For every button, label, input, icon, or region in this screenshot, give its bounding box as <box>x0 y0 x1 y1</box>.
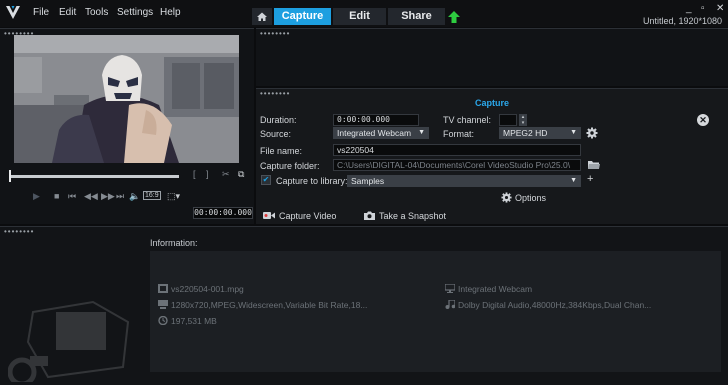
mark-out-icon[interactable]: ] <box>206 169 209 179</box>
take-snapshot-button[interactable]: Take a Snapshot <box>364 211 446 221</box>
close-icon[interactable]: ✕ <box>697 114 709 126</box>
capture-video-button[interactable]: Capture Video <box>263 211 336 221</box>
gear-icon <box>501 192 512 203</box>
video-properties-icon <box>158 300 168 309</box>
info-audio-row: Dolby Digital Audio,48000Hz,384Kbps,Dual… <box>445 300 651 310</box>
format-settings-gear-icon[interactable] <box>586 127 598 139</box>
menu-tools[interactable]: Tools <box>85 7 108 18</box>
capture-to-library-label: Capture to library: <box>276 176 348 186</box>
enlarge-icon[interactable]: ⧉ <box>238 169 244 180</box>
end-icon[interactable]: ⏭ <box>116 191 124 202</box>
capture-illustration-icon <box>8 300 130 382</box>
panel-grip[interactable]: •••••••• <box>260 90 290 98</box>
info-video-row: 1280x720,MPEG,Widescreen,Variable Bit Ra… <box>158 300 367 310</box>
menu-help[interactable]: Help <box>160 7 181 18</box>
mark-in-icon[interactable]: [ <box>193 169 196 179</box>
info-file-name: vs220504-001.mpg <box>171 284 244 294</box>
display-mode-icon[interactable]: ⬚▾ <box>167 191 180 202</box>
webcam-preview <box>14 35 239 163</box>
previous-frame-icon[interactable]: ◀◀ <box>84 191 98 202</box>
library-dropdown[interactable]: Samples ▼ <box>347 175 581 187</box>
source-value: Integrated Webcam <box>337 128 412 138</box>
chevron-down-icon: ▼ <box>570 129 577 136</box>
tv-channel-spinner[interactable]: ▴ ▾ <box>519 114 527 126</box>
aspect-ratio-dropdown[interactable]: 16:9 <box>143 191 161 200</box>
information-box: vs220504-001.mpg 1280x720,MPEG,Widescree… <box>150 251 721 372</box>
menu-file[interactable]: File <box>33 7 49 18</box>
restore-button[interactable]: ▫ <box>701 3 705 14</box>
tv-channel-field[interactable] <box>499 114 517 126</box>
minimize-button[interactable]: _ <box>686 3 692 14</box>
info-device-row: Integrated Webcam <box>445 284 532 294</box>
source-label: Source: <box>260 129 292 139</box>
camera-icon <box>364 211 375 220</box>
film-icon <box>158 284 168 293</box>
add-library-icon[interactable]: + <box>587 173 593 185</box>
timecode-display[interactable]: 00:00:00.000 <box>193 207 253 219</box>
panel-grip[interactable]: •••••••• <box>4 228 34 236</box>
home-start-icon[interactable]: ⏮ <box>68 191 76 202</box>
home-icon <box>257 12 267 21</box>
options-label: Options <box>515 193 547 203</box>
scrubber-track[interactable] <box>9 175 179 178</box>
preview-panel: •••••••• [ ] ✂ ⧉ ▶ ■ ⏮ ◀◀ ▶▶ ⏭ 🔈 16:9 ⬚▾… <box>0 28 254 224</box>
file-name-input[interactable]: vs220504 <box>333 144 581 156</box>
capture-folder-input[interactable]: C:\Users\DIGITAL-04\Documents\Corel Vide… <box>333 159 581 171</box>
home-button[interactable] <box>252 8 272 25</box>
split-clip-icon[interactable]: ✂ <box>222 169 230 180</box>
file-name-label: File name: <box>260 146 303 156</box>
capture-panel-title: Capture <box>474 98 509 108</box>
project-title: Untitled, 1920*1080 <box>642 16 722 26</box>
scrubber-handle[interactable] <box>9 170 11 182</box>
options-button[interactable]: Options <box>501 192 546 203</box>
info-size-row: 197,531 MB <box>158 316 217 326</box>
information-panel: •••••••• Information: vs220504-001.mpg 1… <box>0 226 728 385</box>
capture-to-library-checkbox[interactable]: ✔ <box>261 175 271 185</box>
format-dropdown[interactable]: MPEG2 HD ▼ <box>499 127 581 139</box>
capture-options-panel: •••••••• Capture ✕ Duration: 0:00:00.000… <box>256 88 728 224</box>
close-window-button[interactable]: ✕ <box>716 3 724 14</box>
tab-edit[interactable]: Edit <box>333 8 386 25</box>
take-snapshot-label: Take a Snapshot <box>379 211 447 221</box>
app-logo-icon[interactable] <box>4 3 22 21</box>
next-frame-icon[interactable]: ▶▶ <box>101 191 115 202</box>
tab-capture[interactable]: Capture <box>274 8 331 25</box>
info-file-size: 197,531 MB <box>171 316 217 326</box>
title-bar: File Edit Tools Settings Help Capture Ed… <box>0 0 728 27</box>
stop-icon[interactable]: ■ <box>54 191 59 201</box>
menu-edit[interactable]: Edit <box>59 7 76 18</box>
chevron-down-icon: ▼ <box>570 177 577 184</box>
source-dropdown[interactable]: Integrated Webcam ▼ <box>333 127 429 139</box>
clock-icon <box>158 316 168 325</box>
library-value: Samples <box>351 176 385 186</box>
info-audio-properties: Dolby Digital Audio,48000Hz,384Kbps,Dual… <box>458 300 652 310</box>
info-file-row: vs220504-001.mpg <box>158 284 244 294</box>
upload-arrow-icon[interactable] <box>447 10 461 24</box>
info-device: Integrated Webcam <box>458 284 533 294</box>
monitor-icon <box>445 284 455 293</box>
info-video-properties: 1280x720,MPEG,Widescreen,Variable Bit Ra… <box>171 300 368 310</box>
duration-field[interactable]: 0:00:00.000 <box>333 114 419 126</box>
webcam-frame-image <box>14 35 239 163</box>
information-label: Information: <box>150 238 198 248</box>
folder-browse-icon[interactable] <box>588 160 600 170</box>
tv-channel-label: TV channel: <box>443 115 492 125</box>
chevron-down-icon: ▼ <box>418 129 425 136</box>
capture-folder-label: Capture folder: <box>260 161 320 171</box>
duration-label: Duration: <box>260 115 297 125</box>
menu-settings[interactable]: Settings <box>117 7 153 18</box>
play-button[interactable]: ▶ <box>33 191 40 202</box>
capture-video-label: Capture Video <box>279 211 337 221</box>
format-value: MPEG2 HD <box>503 128 548 138</box>
tab-share[interactable]: Share <box>388 8 445 25</box>
library-panel: •••••••• <box>256 28 728 86</box>
volume-icon[interactable]: 🔈 <box>129 191 140 202</box>
video-camera-icon <box>263 212 275 219</box>
music-note-icon <box>445 300 455 309</box>
panel-grip[interactable]: •••••••• <box>260 30 290 38</box>
format-label: Format: <box>443 129 475 139</box>
